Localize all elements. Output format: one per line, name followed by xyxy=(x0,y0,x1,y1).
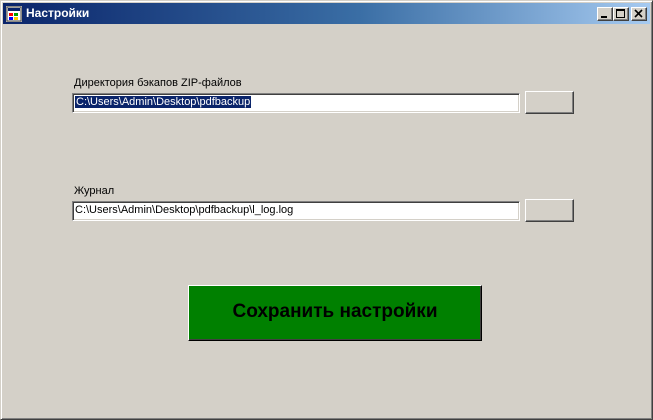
app-window-icon xyxy=(6,6,22,22)
close-button[interactable] xyxy=(631,7,647,21)
log-path-input[interactable]: C:\Users\Admin\Desktop\pdfbackup\l_log.l… xyxy=(72,201,520,221)
save-settings-button[interactable]: Сохранить настройки xyxy=(188,285,482,341)
zip-dir-label: Директория бэкапов ZIP-файлов xyxy=(74,77,242,89)
log-browse-button[interactable] xyxy=(525,199,574,222)
settings-window: Настройки Директория бэкапов ZIP-файлов … xyxy=(0,0,653,420)
zip-dir-browse-button[interactable] xyxy=(525,91,574,114)
minimize-button[interactable] xyxy=(597,7,613,21)
zip-dir-value: C:\Users\Admin\Desktop\pdfbackup xyxy=(75,96,252,108)
zip-dir-input[interactable]: C:\Users\Admin\Desktop\pdfbackup xyxy=(72,93,520,113)
title-bar[interactable]: Настройки xyxy=(3,3,650,24)
log-path-value: C:\Users\Admin\Desktop\pdfbackup\l_log.l… xyxy=(75,204,294,216)
log-label: Журнал xyxy=(74,185,115,197)
window-title: Настройки xyxy=(26,6,90,20)
maximize-button[interactable] xyxy=(613,7,629,21)
